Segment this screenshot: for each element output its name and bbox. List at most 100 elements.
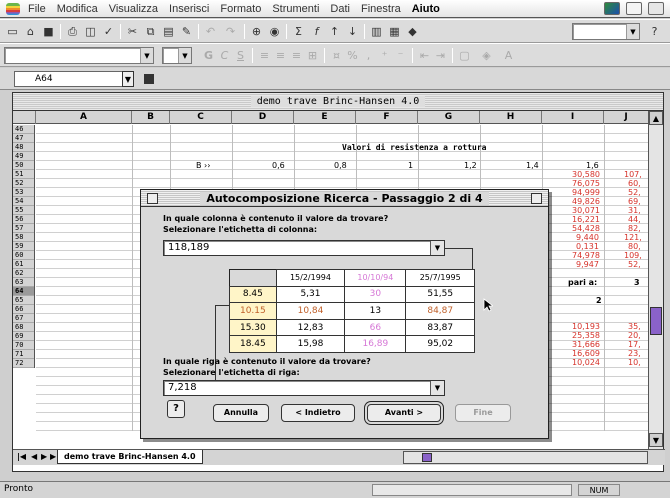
cell-j58[interactable]: 121, — [624, 233, 642, 242]
cell-j67[interactable]: 35, — [628, 322, 641, 331]
cell-j56[interactable]: 44, — [628, 215, 641, 224]
close-box-icon[interactable] — [147, 193, 158, 204]
menu-dati[interactable]: Dati — [330, 3, 350, 15]
print-preview-icon[interactable]: ◫ — [82, 23, 99, 40]
new-document-icon[interactable]: ▭ — [4, 23, 21, 40]
cell-j57[interactable]: 82, — [628, 224, 641, 233]
row-header[interactable]: 70 — [13, 341, 34, 350]
format-painter-icon[interactable]: ✎ — [178, 23, 195, 40]
cell-j70[interactable]: 23, — [628, 349, 641, 358]
menu-finestra[interactable]: Finestra — [361, 3, 401, 15]
hyperlink-icon[interactable]: ⊕ — [248, 23, 265, 40]
paste-icon[interactable]: ▤ — [160, 23, 177, 40]
row-header[interactable]: 67 — [13, 314, 34, 323]
cell-i52[interactable]: 76,075 — [572, 179, 600, 188]
row-header[interactable]: 72 — [13, 359, 34, 368]
menu-aiuto[interactable]: Aiuto — [412, 3, 440, 15]
borders-icon[interactable]: ▢ — [456, 47, 473, 64]
cell-i70[interactable]: 16,609 — [572, 349, 600, 358]
finish-button[interactable]: Fine — [455, 404, 511, 422]
back-button[interactable]: < Indietro — [281, 404, 355, 422]
font-size-combo[interactable]: ▼ — [162, 47, 192, 64]
cell-j59[interactable]: 80, — [628, 242, 641, 251]
column-header-h[interactable]: H — [480, 111, 542, 124]
decrease-indent-icon[interactable]: ⇤ — [416, 47, 433, 64]
vertical-scrollbar[interactable]: ▲ ▼ — [648, 111, 663, 449]
cell-i53[interactable]: 94,999 — [572, 188, 600, 197]
cell-h49[interactable]: 1,4 — [526, 161, 539, 170]
cancel-button[interactable]: Annulla — [213, 404, 269, 422]
cell-i55[interactable]: 30,071 — [572, 206, 600, 215]
chart-wizard-icon[interactable]: ▥ — [368, 23, 385, 40]
menu-file[interactable]: File — [28, 3, 46, 15]
help-button[interactable]: ? — [167, 400, 185, 418]
cell-j61[interactable]: 52, — [628, 260, 641, 269]
cell-i49[interactable]: 1,6 — [586, 161, 599, 170]
sheet-tab[interactable]: demo trave Brinc-Hansen 4.0 — [57, 450, 203, 464]
excel-app-icon[interactable] — [648, 2, 664, 15]
cell-i71[interactable]: 10,024 — [572, 358, 600, 367]
row-header[interactable]: 68 — [13, 323, 34, 332]
zoom-box-icon[interactable] — [531, 193, 542, 204]
underline-icon[interactable]: S — [232, 47, 249, 64]
cell-j60[interactable]: 109, — [624, 251, 642, 260]
align-left-icon[interactable]: ≡ — [256, 47, 273, 64]
dialog-title-bar[interactable]: Autocomposizione Ricerca - Passaggio 2 d… — [141, 190, 548, 207]
decrease-decimal-icon[interactable]: ⁻ — [392, 47, 409, 64]
column-header-b[interactable]: B — [132, 111, 170, 124]
scroll-down-icon[interactable]: ▼ — [649, 433, 663, 447]
cell-i63[interactable]: pari a: — [568, 278, 597, 287]
column-header-i[interactable]: I — [542, 111, 604, 124]
column-header-e[interactable]: E — [294, 111, 356, 124]
menu-modifica[interactable]: Modifica — [57, 3, 98, 15]
balloon-help-icon[interactable] — [626, 2, 642, 15]
cell-i69[interactable]: 31,666 — [572, 340, 600, 349]
cell-i59[interactable]: 0,131 — [576, 242, 599, 251]
sort-ascending-icon[interactable]: ↑ — [326, 23, 343, 40]
row-header[interactable]: 57 — [13, 224, 34, 233]
row-header[interactable]: 47 — [13, 134, 34, 143]
function-icon[interactable]: f — [308, 23, 325, 40]
row-header[interactable]: 69 — [13, 332, 34, 341]
cell-i58[interactable]: 9,440 — [576, 233, 599, 242]
map-icon[interactable]: ▦ — [386, 23, 403, 40]
redo-icon[interactable]: ↷ — [222, 23, 239, 40]
cell-d49[interactable]: 0,6 — [272, 161, 285, 170]
align-right-icon[interactable]: ≡ — [288, 47, 305, 64]
horizontal-scroll-thumb[interactable] — [422, 453, 432, 462]
section-heading[interactable]: Valori di resistenza a rottura — [342, 143, 487, 152]
cell-j52[interactable]: 60, — [628, 179, 641, 188]
row-header-selected[interactable]: 64 — [13, 287, 34, 296]
cell-e49[interactable]: 0,8 — [334, 161, 347, 170]
row-header[interactable]: 60 — [13, 251, 34, 260]
cell-i60[interactable]: 74,978 — [572, 251, 600, 260]
row-header[interactable]: 53 — [13, 188, 34, 197]
name-box[interactable]: A64 — [14, 71, 134, 87]
cell-i65[interactable]: 2 — [596, 296, 602, 305]
row-header[interactable]: 48 — [13, 143, 34, 152]
cell-j51[interactable]: 107, — [624, 170, 642, 179]
cell-i61[interactable]: 9,947 — [576, 260, 599, 269]
cell-j63[interactable]: 3 — [634, 278, 640, 287]
print-icon[interactable]: ⎙ — [64, 23, 81, 40]
fill-color-icon[interactable]: ◈ — [478, 47, 495, 64]
row-header[interactable]: 61 — [13, 260, 34, 269]
zoom-combo[interactable]: ▼ — [572, 23, 640, 40]
column-label-select[interactable]: 118,189 ▼ — [163, 240, 445, 256]
cell-j68[interactable]: 20, — [628, 331, 641, 340]
row-header[interactable]: 66 — [13, 305, 34, 314]
cell-j54[interactable]: 69, — [628, 197, 641, 206]
menu-visualizza[interactable]: Visualizza — [109, 3, 158, 15]
comma-style-icon[interactable]: , — [360, 47, 377, 64]
drawing-icon[interactable]: ◆ — [404, 23, 421, 40]
workbook-title-bar[interactable]: demo trave Brinc-Hansen 4.0 — [13, 93, 663, 111]
row-header[interactable]: 63 — [13, 278, 34, 287]
bold-icon[interactable]: G — [200, 47, 217, 64]
row-header[interactable]: 55 — [13, 206, 34, 215]
cell-g49[interactable]: 1,2 — [464, 161, 477, 170]
cell-i56[interactable]: 16,221 — [572, 215, 600, 224]
autosum-icon[interactable]: Σ — [290, 23, 307, 40]
menu-formato[interactable]: Formato — [220, 3, 261, 15]
column-header-j[interactable]: J — [604, 111, 649, 124]
row-header[interactable]: 65 — [13, 296, 34, 305]
